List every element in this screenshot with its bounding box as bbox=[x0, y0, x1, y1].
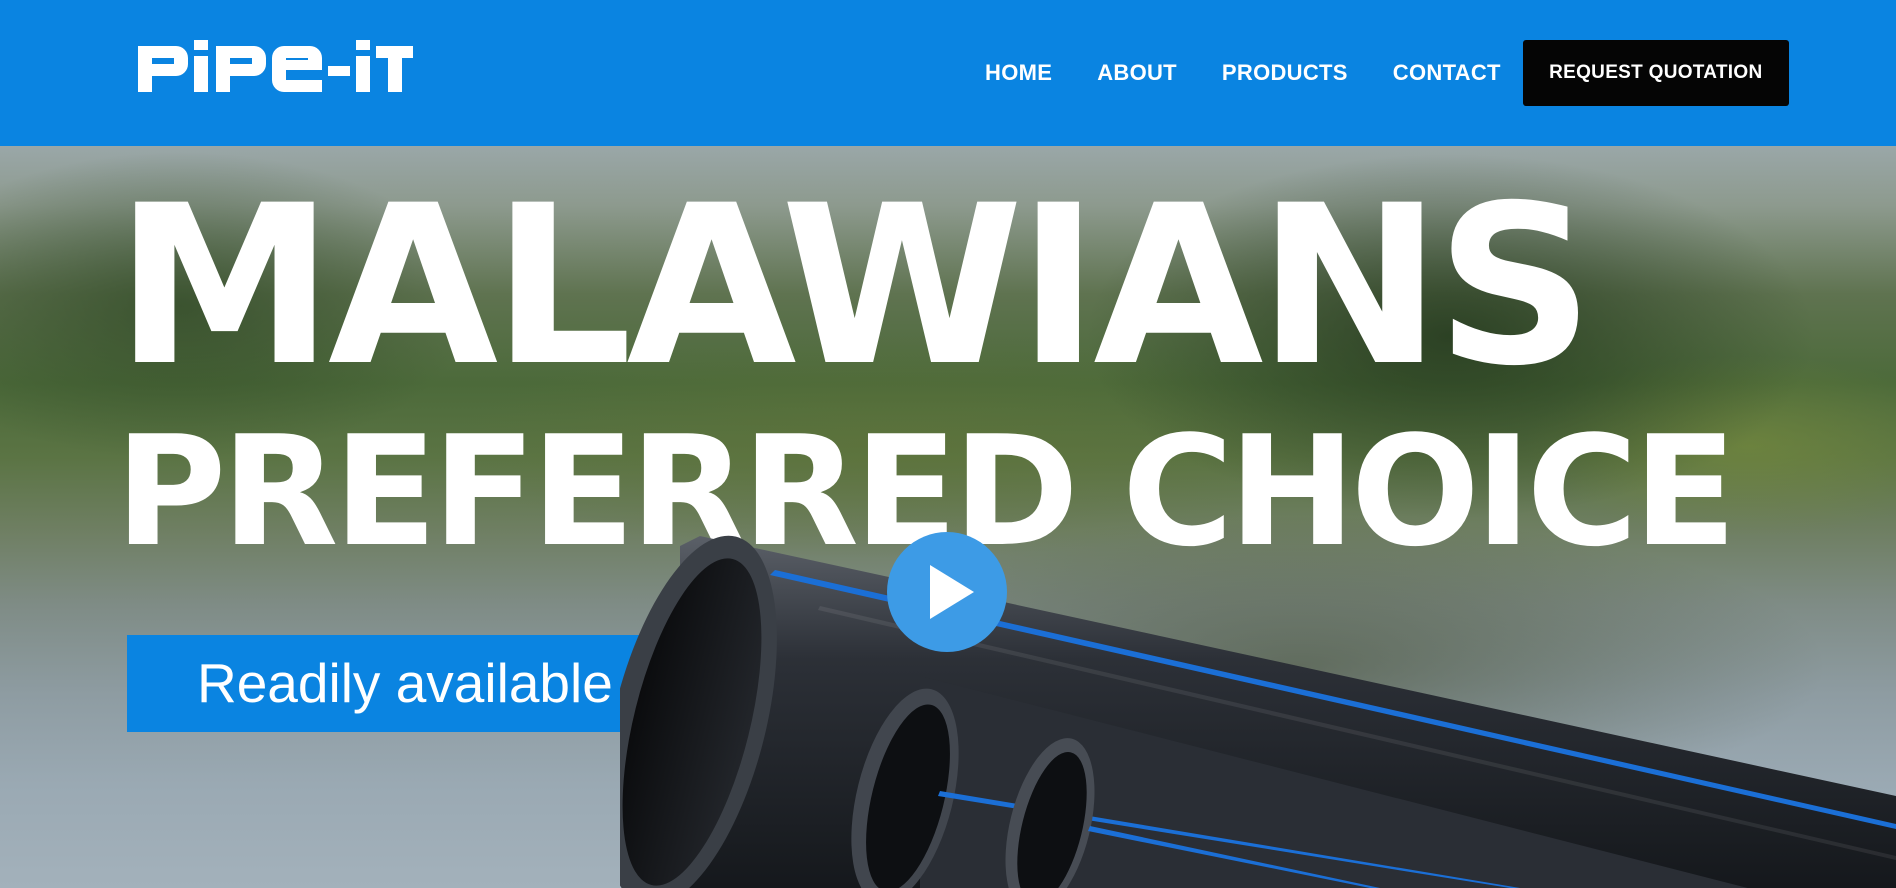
main-nav: HOME ABOUT PRODUCTS CONTACT REQUEST QUOT… bbox=[985, 0, 1789, 146]
nav-products[interactable]: PRODUCTS bbox=[1222, 60, 1348, 86]
site-header: HOME ABOUT PRODUCTS CONTACT REQUEST QUOT… bbox=[0, 0, 1896, 146]
nav-contact[interactable]: CONTACT bbox=[1393, 60, 1501, 86]
nav-home[interactable]: HOME bbox=[985, 60, 1052, 86]
play-video-button[interactable] bbox=[887, 532, 1007, 652]
tagline-banner: Readily available bbox=[127, 635, 682, 732]
logo-mark bbox=[138, 40, 413, 92]
play-icon bbox=[930, 565, 974, 619]
hero-headline-line1: MALAWIANS bbox=[115, 158, 1594, 414]
tagline-text: Readily available bbox=[197, 652, 613, 714]
hero-section: MALAWIANS PREFERRED CHOICE Readily avail… bbox=[0, 146, 1896, 888]
page: HOME ABOUT PRODUCTS CONTACT REQUEST QUOT… bbox=[0, 0, 1896, 888]
logo[interactable] bbox=[138, 40, 413, 100]
request-quotation-button[interactable]: REQUEST QUOTATION bbox=[1522, 40, 1789, 106]
nav-about[interactable]: ABOUT bbox=[1097, 60, 1177, 86]
pipes-image bbox=[620, 535, 1896, 888]
